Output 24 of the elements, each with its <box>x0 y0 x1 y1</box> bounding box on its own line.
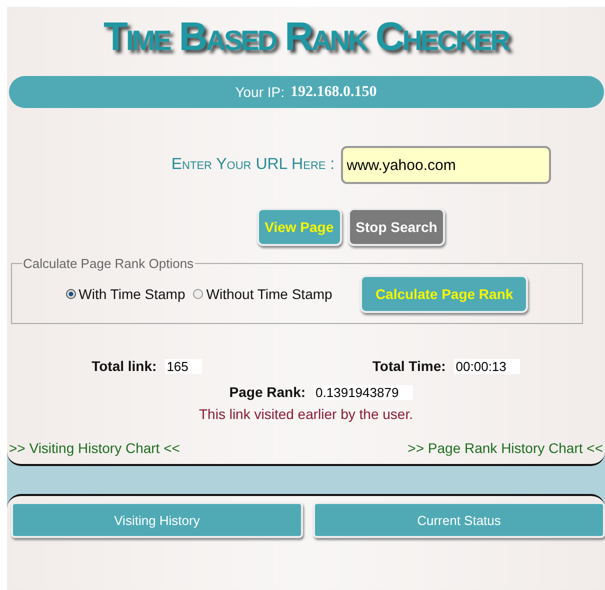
nav-tab[interactable]: Visiting History <box>11 502 303 538</box>
radio-label: With Time Stamp <box>78 286 186 302</box>
radio-label: Without Time Stamp <box>206 286 332 302</box>
ip-label: Your IP: <box>235 84 285 100</box>
chart-link[interactable]: >> Page Rank History Chart << <box>408 440 603 456</box>
total-time-value: 00:00:13 <box>454 359 520 374</box>
nav-tab[interactable]: Current Status <box>313 502 605 538</box>
url-field[interactable]: www.yahoo.com <box>340 146 551 184</box>
total-link-value: 165 <box>164 359 202 374</box>
visited-message: This link visited earlier by the user. <box>199 406 413 422</box>
total-link-label: Total link: <box>92 358 157 374</box>
chart-link[interactable]: >> Visiting History Chart << <box>9 440 180 456</box>
options-legend: Calculate Page Rank Options <box>22 256 195 271</box>
radio-button[interactable] <box>193 289 204 299</box>
ip-value: 192.168.0.150 <box>290 84 377 100</box>
calculate-button[interactable]: Calculate Page Rank <box>360 275 528 313</box>
url-label: Enter Your URL Here : <box>171 156 335 174</box>
page-rank-value: 0.1391943879 <box>314 385 413 400</box>
total-time-label: Total Time: <box>372 358 446 374</box>
page-rank-label: Page Rank: <box>229 384 306 400</box>
view-page-button[interactable]: View Page <box>256 208 342 246</box>
radio-button[interactable] <box>66 289 76 299</box>
stop-search-button[interactable]: Stop Search <box>348 208 446 246</box>
page-title: Time Based Rank Checker <box>104 15 508 60</box>
